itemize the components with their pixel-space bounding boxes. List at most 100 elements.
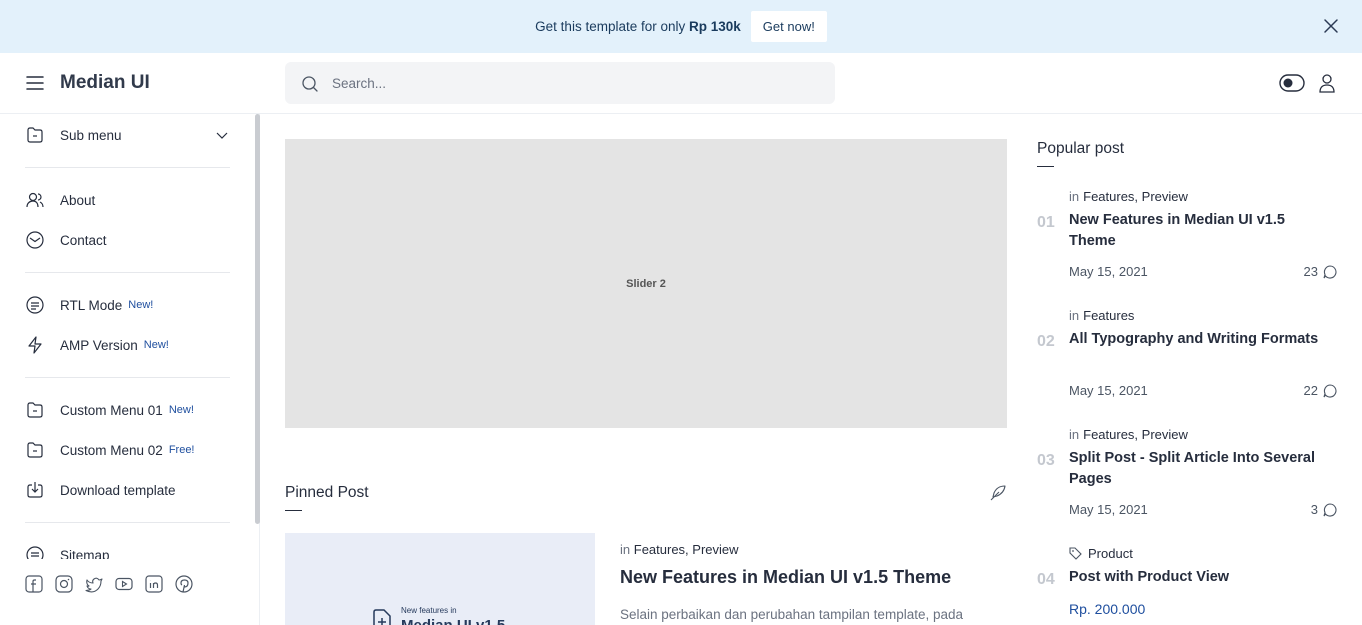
product-price: Rp. 200.000 — [1069, 601, 1146, 617]
slider-label: Slider 2 — [626, 277, 666, 290]
announcement-text: Get this template for only Rp 130k — [535, 19, 741, 34]
comment-icon — [1323, 264, 1337, 278]
get-now-button[interactable]: Get now! — [750, 11, 827, 42]
thumbnail-title: Median UI v1.5 — [401, 617, 505, 625]
folder-icon — [27, 442, 43, 458]
divider — [25, 272, 230, 273]
post-meta: Product — [1069, 546, 1133, 561]
sidebar-item-sitemap[interactable]: Sitemap — [25, 541, 230, 559]
post-date: May 15, 2021 — [1069, 264, 1148, 279]
instagram-icon[interactable] — [55, 575, 73, 593]
folder-icon — [27, 402, 43, 418]
sidebar-item-contact[interactable]: Contact — [25, 226, 230, 254]
sidebar-clip: Sitemap — [0, 534, 255, 559]
sidebar-item-label: About — [60, 192, 96, 208]
new-badge: New! — [143, 339, 169, 351]
post-title[interactable]: New Features in Median UI v1.5 Theme — [1069, 210, 1334, 252]
sidebar-item-label: RTL Mode — [60, 297, 123, 313]
sidebar-item-label: Custom Menu 01 — [60, 402, 163, 418]
close-icon[interactable] — [1322, 17, 1340, 35]
in-label: in — [1069, 427, 1080, 442]
header: Median UI — [0, 53, 1362, 114]
search-input[interactable] — [332, 62, 812, 104]
heading-underline — [285, 510, 302, 511]
post-meta: in Features — [1069, 308, 1134, 323]
post-date: May 15, 2021 — [1069, 502, 1148, 517]
in-label: in — [1069, 189, 1080, 204]
sidebar-item-rtl-mode[interactable]: RTL Mode New! — [25, 291, 230, 319]
user-icon[interactable] — [1318, 73, 1336, 93]
youtube-icon[interactable] — [115, 575, 133, 593]
sidebar-item-amp-version[interactable]: AMP Version New! — [25, 331, 230, 359]
sidebar-item-label: Sub menu — [60, 127, 122, 143]
sidebar-item-label: Contact — [60, 232, 107, 248]
post-meta: in Features, Preview — [1069, 427, 1188, 442]
post-categories[interactable]: Features, Preview — [1083, 189, 1188, 204]
linkedin-icon[interactable] — [145, 575, 163, 593]
sidebar-item-custom-menu-02[interactable]: Custom Menu 02 Free! — [25, 436, 230, 464]
comment-count[interactable]: 3 — [1311, 502, 1337, 517]
post-categories[interactable]: Features, Preview — [1083, 427, 1188, 442]
sidebar-item-label: Sitemap — [60, 547, 110, 560]
sidebar-item-sub-menu[interactable]: Sub menu — [25, 121, 230, 149]
pinned-post-snippet: Selain perbaikan dan perubahan tampilan … — [620, 607, 963, 622]
post-tag[interactable]: Product — [1088, 546, 1133, 561]
document-icon — [26, 296, 44, 314]
facebook-icon[interactable] — [25, 575, 43, 593]
pinned-post-title[interactable]: New Features in Median UI v1.5 Theme — [620, 567, 951, 588]
post-rank: 04 — [1037, 571, 1055, 588]
new-badge: New! — [168, 404, 194, 416]
post-title[interactable]: All Typography and Writing Formats — [1069, 329, 1334, 350]
pinned-post-categories[interactable]: Features, Preview — [634, 542, 739, 557]
in-label: in — [1069, 308, 1080, 323]
announcement-bar: Get this template for only Rp 130k Get n… — [0, 0, 1362, 53]
chevron-down-icon[interactable] — [216, 130, 228, 140]
tag-icon — [1069, 547, 1082, 560]
pinned-post-heading: Pinned Post — [285, 484, 369, 501]
twitter-icon[interactable] — [85, 575, 103, 593]
users-icon — [26, 192, 44, 208]
new-badge: New! — [128, 299, 154, 311]
pinned-post-thumbnail[interactable]: New features in Median UI v1.5 — [285, 533, 595, 625]
sidebar: Sub menu About Contact RTL Mode New! AMP… — [0, 114, 260, 625]
dark-mode-toggle-icon[interactable] — [1279, 74, 1305, 92]
sidebar-item-label: Download template — [60, 482, 176, 498]
post-rank: 01 — [1037, 214, 1055, 231]
social-links — [25, 575, 193, 593]
sidebar-item-download-template[interactable]: Download template — [25, 476, 230, 504]
post-rank: 02 — [1037, 333, 1055, 350]
post-title[interactable]: Split Post - Split Article Into Several … — [1069, 448, 1334, 490]
sidebar-item-custom-menu-01[interactable]: Custom Menu 01 New! — [25, 396, 230, 424]
divider — [25, 522, 230, 523]
popular-post-heading: Popular post — [1037, 140, 1125, 157]
thumbnail-caption: New features in — [401, 606, 457, 615]
hamburger-menu-icon[interactable] — [26, 75, 44, 91]
post-categories[interactable]: Features — [1083, 308, 1134, 323]
post-title[interactable]: Post with Product View — [1069, 567, 1334, 588]
comment-icon — [1323, 502, 1337, 516]
post-rank: 03 — [1037, 452, 1055, 469]
announcement-price: Rp 130k — [689, 19, 741, 34]
lightning-icon — [28, 336, 42, 354]
heading-underline — [1037, 166, 1054, 167]
post-meta: in Features, Preview — [1069, 189, 1188, 204]
comment-count[interactable]: 23 — [1304, 264, 1337, 279]
in-label: in — [620, 542, 631, 557]
folder-icon — [27, 127, 43, 143]
document-plus-icon — [373, 609, 391, 625]
sidebar-item-label: AMP Version — [60, 337, 138, 353]
mail-icon — [26, 231, 44, 249]
search-box[interactable] — [285, 62, 835, 104]
image-slider[interactable]: Slider 2 — [285, 139, 1007, 428]
feather-icon — [990, 485, 1006, 501]
pinterest-icon[interactable] — [175, 575, 193, 593]
comment-count[interactable]: 22 — [1304, 383, 1337, 398]
sidebar-scrollbar[interactable] — [255, 114, 260, 524]
download-icon — [27, 482, 43, 498]
comment-icon — [1323, 383, 1337, 397]
sidebar-item-about[interactable]: About — [25, 186, 230, 214]
brand-logo[interactable]: Median UI — [60, 72, 150, 94]
divider — [25, 167, 230, 168]
document-icon — [26, 546, 44, 559]
post-date: May 15, 2021 — [1069, 383, 1148, 398]
